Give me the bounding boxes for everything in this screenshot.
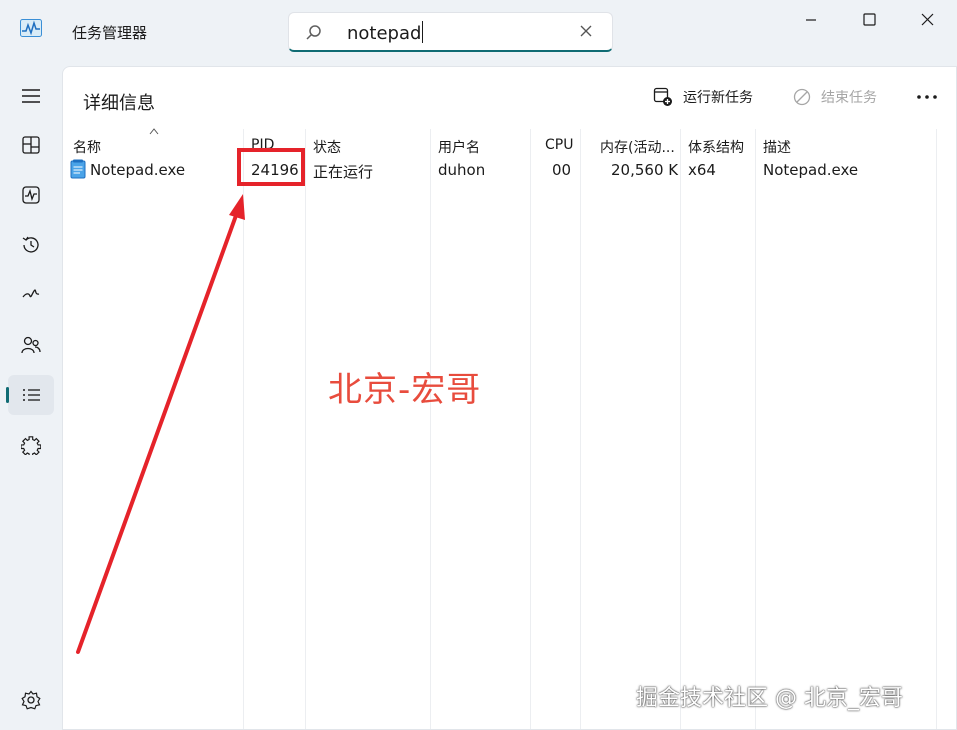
end-task-icon bbox=[793, 88, 811, 106]
annotation-watermark: 北京-宏哥 bbox=[328, 370, 482, 410]
settings-icon bbox=[21, 690, 41, 710]
sort-ascending-icon bbox=[149, 128, 159, 135]
menu-icon bbox=[22, 89, 40, 103]
column-header-architecture[interactable]: 体系结构 bbox=[688, 137, 744, 157]
search-box[interactable]: notepad bbox=[288, 12, 613, 52]
sidebar-item-users[interactable] bbox=[8, 325, 54, 365]
column-header-description[interactable]: 描述 bbox=[763, 137, 791, 157]
performance-icon bbox=[22, 186, 40, 204]
run-new-task-button[interactable]: 运行新任务 bbox=[653, 85, 753, 109]
sidebar-item-services[interactable] bbox=[8, 425, 54, 465]
search-icon bbox=[306, 25, 321, 40]
column-header-cpu[interactable]: CPU bbox=[545, 137, 573, 153]
end-task-label: 结束任务 bbox=[821, 90, 877, 106]
notepad-file-icon bbox=[70, 159, 86, 179]
sidebar-item-app-history[interactable] bbox=[8, 225, 54, 265]
row-image-name[interactable]: Notepad.exe bbox=[90, 161, 185, 179]
run-new-task-icon bbox=[653, 87, 672, 106]
more-icon[interactable] bbox=[915, 87, 939, 107]
column-header-name[interactable]: 名称 bbox=[73, 137, 101, 157]
row-memory: 20,560 K bbox=[611, 161, 679, 179]
processes-icon bbox=[22, 136, 40, 154]
users-icon bbox=[21, 336, 41, 354]
search-input[interactable]: notepad bbox=[347, 21, 424, 44]
sidebar-item-processes[interactable] bbox=[8, 125, 54, 165]
row-username: duhon bbox=[438, 161, 486, 179]
column-header-memory[interactable]: 内存(活动... bbox=[600, 137, 675, 157]
clear-search-icon[interactable] bbox=[578, 23, 594, 39]
sidebar-item-details[interactable] bbox=[6, 375, 54, 415]
window-title: 任务管理器 bbox=[72, 24, 148, 42]
row-cpu: 00 bbox=[552, 161, 572, 179]
maximize-button[interactable] bbox=[846, 6, 892, 34]
credit-watermark: 掘金技术社区 @ 北京_宏哥 bbox=[636, 686, 903, 711]
sidebar-item-settings[interactable] bbox=[8, 680, 54, 720]
details-table: 名称 PID 状态 用户名 CPU 内存(活动... 体系结构 描述 Notep… bbox=[63, 128, 938, 729]
run-new-task-label: 运行新任务 bbox=[683, 90, 753, 106]
column-header-username[interactable]: 用户名 bbox=[438, 137, 480, 157]
startup-apps-icon bbox=[22, 289, 40, 298]
details-icon bbox=[23, 389, 40, 401]
sidebar-item-startup-apps[interactable] bbox=[8, 275, 54, 315]
pid-highlight-box bbox=[237, 148, 305, 186]
services-icon bbox=[21, 436, 41, 455]
end-task-button[interactable]: 结束任务 bbox=[793, 85, 877, 109]
row-architecture: x64 bbox=[688, 161, 716, 179]
column-header-status[interactable]: 状态 bbox=[313, 137, 341, 157]
minimize-button[interactable] bbox=[788, 6, 834, 34]
sidebar-item-performance[interactable] bbox=[8, 175, 54, 215]
details-panel: 详细信息 运行新任务 结束任务 名称 PID 状态 用户名 CPU 内存(活动.… bbox=[62, 66, 957, 730]
menu-button[interactable] bbox=[8, 76, 54, 116]
row-description: Notepad.exe bbox=[763, 161, 859, 179]
app-history-icon bbox=[22, 236, 39, 253]
task-manager-app-icon bbox=[20, 19, 42, 37]
page-title: 详细信息 bbox=[83, 93, 155, 114]
row-status: 正在运行 bbox=[313, 163, 374, 181]
close-button[interactable] bbox=[904, 6, 950, 34]
